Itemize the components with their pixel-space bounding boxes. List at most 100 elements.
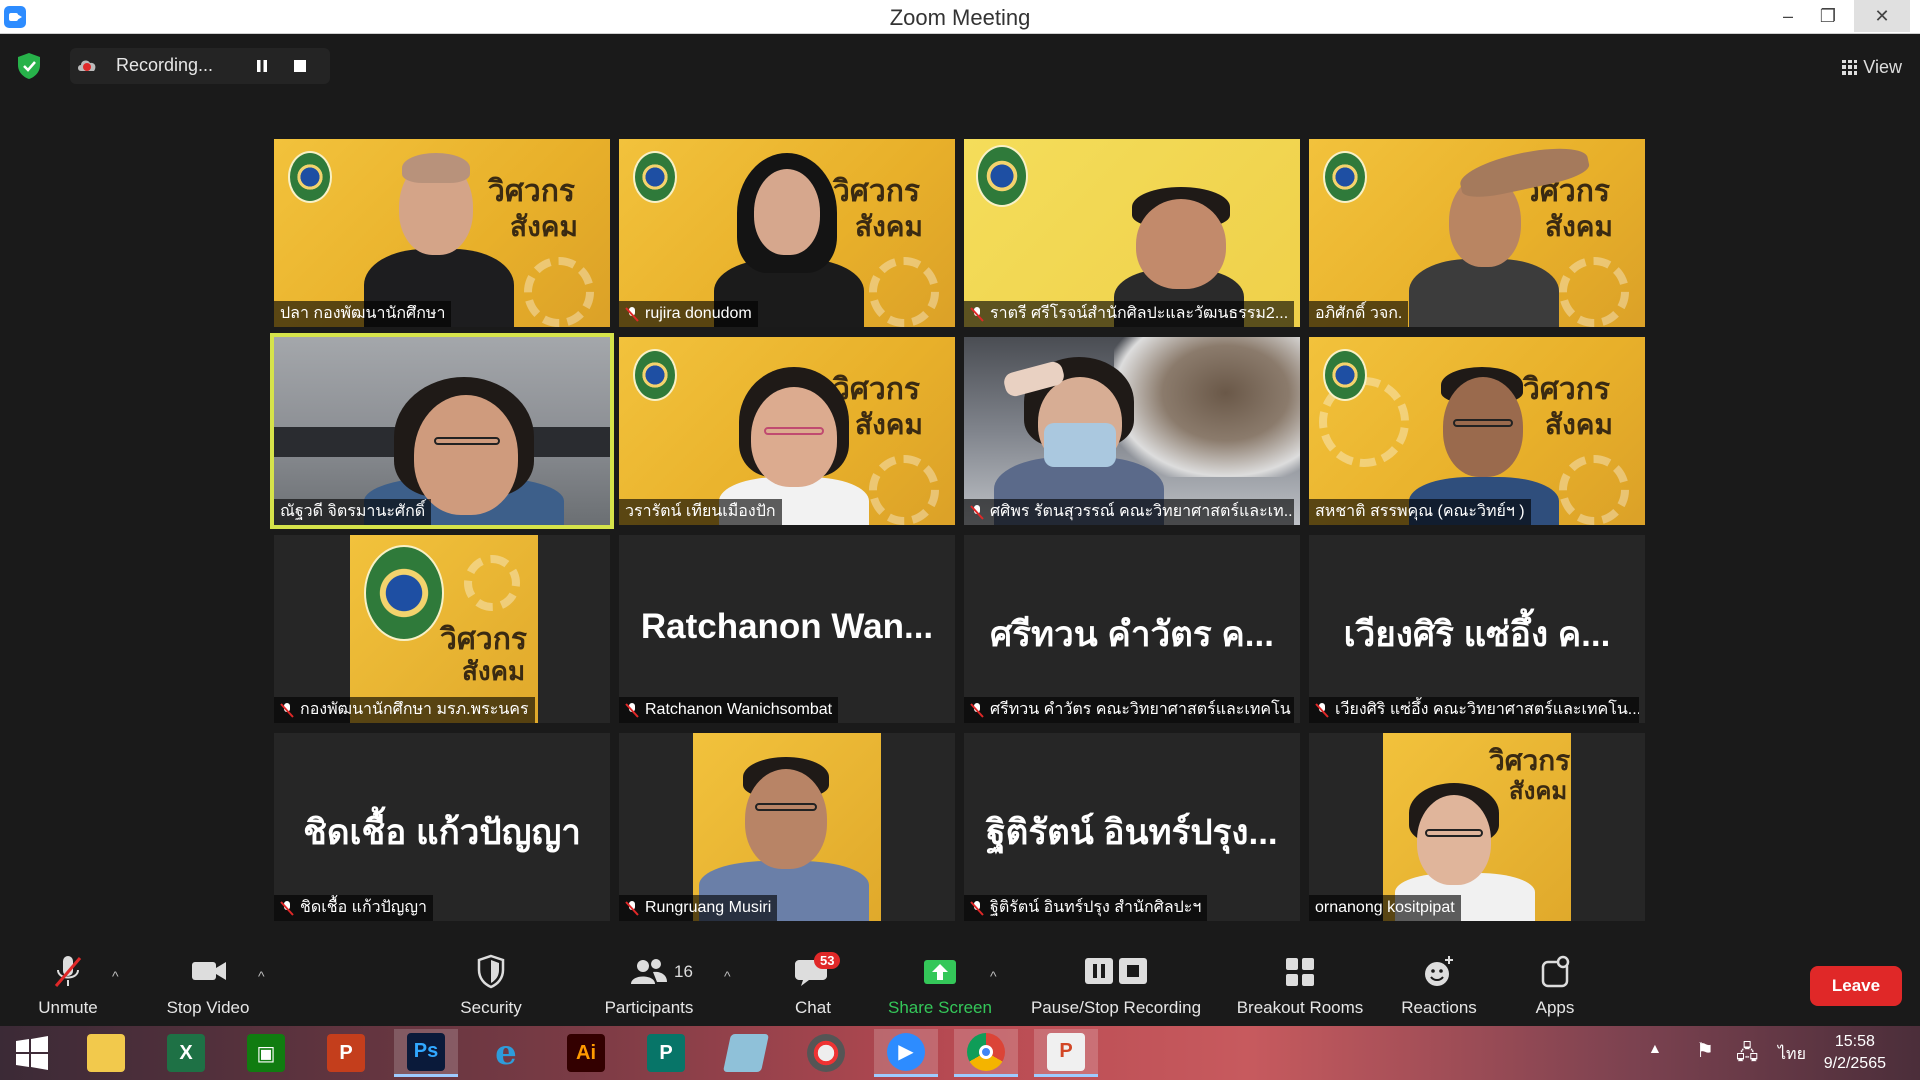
participant-tile-no-video[interactable]: Ratchanon Wan... Ratchanon Wanichsombat [619, 535, 955, 723]
participant-name: ณัฐวดี จิตรมานะศักดิ์ [274, 499, 432, 525]
windows-logo-icon [16, 1036, 48, 1070]
banner-subtitle: สังคม [510, 210, 578, 243]
share-options-caret[interactable]: ^ [990, 968, 997, 984]
participant-name: วรารัตน์ เทียนเมืองปัก [619, 499, 782, 525]
banner-title: วิศวกร [1489, 744, 1571, 777]
excel-icon: X [167, 1034, 205, 1072]
muted-mic-icon [625, 901, 639, 916]
restore-button[interactable]: ❐ [1800, 0, 1856, 32]
share-screen-icon [924, 960, 956, 984]
banner-title: วิศวกร [833, 372, 921, 407]
taskbar-store[interactable]: ▣ [234, 1029, 298, 1077]
pause-stop-recording-button[interactable]: Pause/Stop Recording [1024, 940, 1208, 1026]
participant-name: Ratchanon Wanichsombat [619, 697, 839, 723]
taskbar-powerpoint-window[interactable]: P [1034, 1029, 1098, 1077]
taskbar-chrome[interactable] [954, 1029, 1018, 1077]
reactions-label: Reactions [1401, 998, 1477, 1017]
apps-button[interactable]: Apps [1520, 940, 1590, 1026]
participant-name: Rungruang Musiri [619, 895, 778, 921]
view-button[interactable]: View [1842, 52, 1902, 82]
participant-name: ศศิพร รัตนสุวรรณ์ คณะวิทยาศาสตร์และเท... [964, 499, 1294, 525]
store-icon: ▣ [247, 1034, 285, 1072]
participant-tile-no-video[interactable]: เวียงศิริ แซ่อึ้ง ค... เวียงศิริ แซ่อึ้ง… [1309, 535, 1645, 723]
unmute-label: Unmute [38, 998, 98, 1017]
participant-tile-no-video[interactable]: ฐิติรัตน์ อินทร์ปรุง... ฐิติรัตน์ อินทร์… [964, 733, 1300, 921]
participant-name: ราตรี ศรีโรจน์สำนักศิลปะและวัฒนธรรม2... [964, 301, 1294, 327]
taskbar-internet-explorer[interactable]: e [474, 1029, 538, 1077]
muted-mic-icon [970, 505, 984, 520]
muted-mic-icon [625, 307, 639, 322]
participant-tile[interactable]: Rungruang Musiri [619, 733, 955, 921]
participant-tile-active-speaker[interactable]: ณัฐวดี จิตรมานะศักดิ์ [270, 333, 614, 529]
banner-subtitle: สังคม [462, 657, 526, 687]
pause-stop-recording-icon [1085, 958, 1147, 984]
banner-title: วิศวกร [833, 174, 921, 209]
taskbar-illustrator[interactable]: Ai [554, 1029, 618, 1077]
participant-tile[interactable]: ราตรี ศรีโรจน์สำนักศิลปะและวัฒนธรรม2... [964, 139, 1300, 327]
powerpoint-icon: P [327, 1034, 365, 1072]
taskbar-file-explorer[interactable] [74, 1029, 138, 1077]
participant-tile[interactable]: วิศวกร สังคม อภิศักดิ์ วจก. [1309, 139, 1645, 327]
participant-tile[interactable]: วิศวกร สังคม วรารัตน์ เทียนเมืองปัก [619, 337, 955, 525]
participant-name: ศรีทวน คำวัตร คณะวิทยาศาสตร์และเทคโน [964, 697, 1294, 723]
taskbar-photoshop[interactable]: Ps [394, 1029, 458, 1077]
pause-recording-icon[interactable] [254, 58, 270, 74]
meeting-top-bar: Recording... View [0, 34, 1920, 94]
participants-icon [631, 959, 667, 984]
taskbar-excel[interactable]: X [154, 1029, 218, 1077]
tray-overflow-icon[interactable]: ▲ [1648, 1040, 1662, 1056]
banner-subtitle: สังคม [1545, 408, 1613, 441]
participant-tile[interactable]: ศศิพร รัตนสุวรรณ์ คณะวิทยาศาสตร์และเท... [964, 337, 1300, 525]
taskbar-publisher[interactable]: P [634, 1029, 698, 1077]
participant-tile[interactable]: วิศวกร สังคม rujira donudom [619, 139, 955, 327]
participant-tile[interactable]: วิศวกร สังคม สหชาติ สรรพคุณ (คณะวิทย์ฯ ) [1309, 337, 1645, 525]
breakout-rooms-button[interactable]: Breakout Rooms [1230, 940, 1370, 1026]
security-button[interactable]: Security [446, 940, 536, 1026]
participant-tile[interactable]: วิศวกร สังคม ornanong kositpipat [1309, 733, 1645, 921]
reactions-button[interactable]: Reactions [1394, 940, 1484, 1026]
grid-view-icon [1842, 59, 1858, 75]
muted-mic-icon [280, 703, 294, 718]
participant-tile[interactable]: วิศวกร สังคม ปลา กองพัฒนานักศึกษา [274, 139, 610, 327]
participant-display-name: Ratchanon Wan... [640, 607, 934, 646]
chat-button[interactable]: 53 Chat [778, 940, 848, 1026]
taskbar-clock[interactable]: 15:58 9/2/2565 [1824, 1031, 1886, 1075]
banner-title: วิศวกร [1523, 372, 1611, 407]
muted-mic-icon [970, 703, 984, 718]
stop-recording-icon[interactable] [294, 60, 306, 72]
taskbar-powerpoint[interactable]: P [314, 1029, 378, 1077]
taskbar-photoscape[interactable] [794, 1029, 858, 1077]
start-button[interactable] [0, 1029, 64, 1077]
participant-display-name: ชิดเชื้อ แก้วปัญญา [303, 813, 581, 852]
participant-name: สหชาติ สรรพคุณ (คณะวิทย์ฯ ) [1309, 499, 1531, 525]
video-gallery: วิศวกร สังคม ปลา กองพัฒนานักศึกษา วิศวกร… [270, 139, 1646, 921]
video-options-caret[interactable]: ^ [258, 968, 265, 984]
banner-subtitle: สังคม [1545, 210, 1613, 243]
participants-options-caret[interactable]: ^ [724, 968, 731, 984]
encryption-shield-icon[interactable] [16, 52, 42, 80]
chrome-icon [967, 1032, 1005, 1071]
banner-subtitle: สังคม [855, 210, 923, 243]
unmute-button[interactable]: Unmute [20, 940, 116, 1026]
zoom-icon: ▶ [887, 1032, 925, 1071]
banner-title: วิศวกร [488, 174, 576, 209]
action-center-flag-icon[interactable]: ⚑ [1696, 1038, 1714, 1063]
participant-name: ชิดเชื้อ แก้วปัญญา [274, 895, 434, 921]
participant-tile-no-video[interactable]: ชิดเชื้อ แก้วปัญญา ชิดเชื้อ แก้วปัญญา [274, 733, 610, 921]
network-icon[interactable]: 🖧 [1736, 1038, 1758, 1072]
participant-tile-no-video[interactable]: ศรีทวน คำวัตร ค... ศรีทวน คำวัตร คณะวิทย… [964, 535, 1300, 723]
stop-video-button[interactable]: Stop Video [156, 940, 260, 1026]
taskbar-notepad[interactable] [714, 1029, 778, 1077]
participants-button[interactable]: 16 Participants [594, 940, 704, 1026]
participant-tile[interactable]: วิศวกร สังคม กองพัฒนานักศึกษา มรภ.พระนคร [274, 535, 610, 723]
input-language[interactable]: ไทย [1778, 1042, 1806, 1067]
windows-taskbar: X ▣ P Ps e Ai P ▶ P ▲ ⚑ 🖧 ไทย 15:58 9/2/… [0, 1026, 1920, 1080]
share-screen-button[interactable]: Share Screen [880, 940, 1000, 1026]
taskbar-zoom[interactable]: ▶ [874, 1029, 938, 1077]
audio-options-caret[interactable]: ^ [112, 968, 119, 984]
leave-button[interactable]: Leave [1810, 966, 1902, 1006]
security-label: Security [460, 998, 522, 1017]
reactions-smiley-icon [1425, 956, 1453, 986]
folder-icon [87, 1034, 125, 1072]
close-button[interactable]: ✕ [1854, 0, 1910, 32]
